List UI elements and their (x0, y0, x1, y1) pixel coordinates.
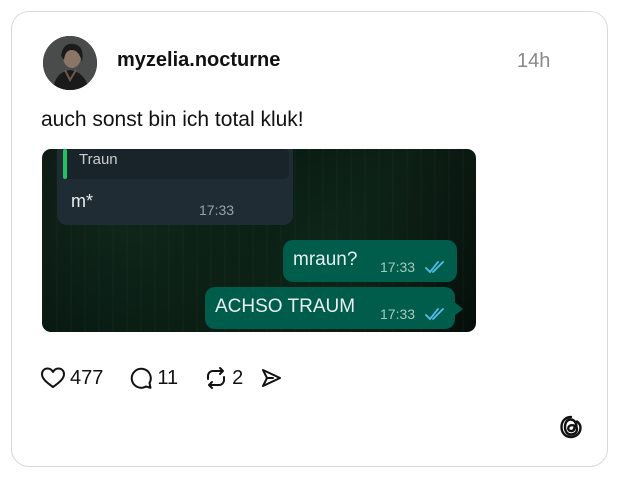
reply-count: 11 (157, 366, 179, 389)
post-text: auch sonst bin ich total kluk! (41, 108, 304, 131)
read-receipt-icon (425, 308, 444, 321)
repost-button[interactable]: 2 (204, 366, 243, 390)
read-receipt-icon (425, 261, 444, 274)
outgoing-message-time: 17:33 (380, 306, 416, 322)
outgoing-message-time: 17:33 (380, 259, 416, 275)
like-count: 477 (70, 366, 104, 389)
repost-count: 2 (232, 366, 244, 389)
incoming-message-bubble: Traun m* 17:33 (57, 149, 293, 225)
send-icon (262, 369, 282, 387)
incoming-message-text: m* (71, 191, 93, 211)
threads-logo-icon[interactable] (557, 413, 585, 441)
outgoing-message-bubble: ACHSO TRAUM 17:33 (205, 287, 463, 329)
like-button[interactable]: 477 (40, 366, 103, 390)
comment-bubble-icon (131, 367, 153, 389)
outgoing-message-text: mraun? (293, 249, 358, 270)
quote-bar (63, 149, 67, 179)
heart-icon (41, 367, 65, 388)
post-time: 14h (517, 50, 551, 72)
avatar[interactable] (43, 36, 97, 90)
chat-screenshot[interactable]: Traun m* 17:33 mraun? 17:33 ACHSO TRAUM … (42, 149, 476, 332)
incoming-message-time: 17:33 (199, 202, 235, 218)
username[interactable]: myzelia.nocturne (117, 49, 280, 72)
outgoing-message-text: ACHSO TRAUM (215, 296, 356, 317)
outgoing-message-bubble: mraun? 17:33 (283, 240, 457, 282)
profile-photo (43, 36, 97, 90)
quoted-message-text: Traun (79, 151, 118, 168)
share-button[interactable] (259, 366, 283, 390)
action-bar: 477 11 2 (40, 363, 283, 393)
reply-button[interactable]: 11 (129, 366, 178, 390)
repost-icon (207, 367, 226, 389)
